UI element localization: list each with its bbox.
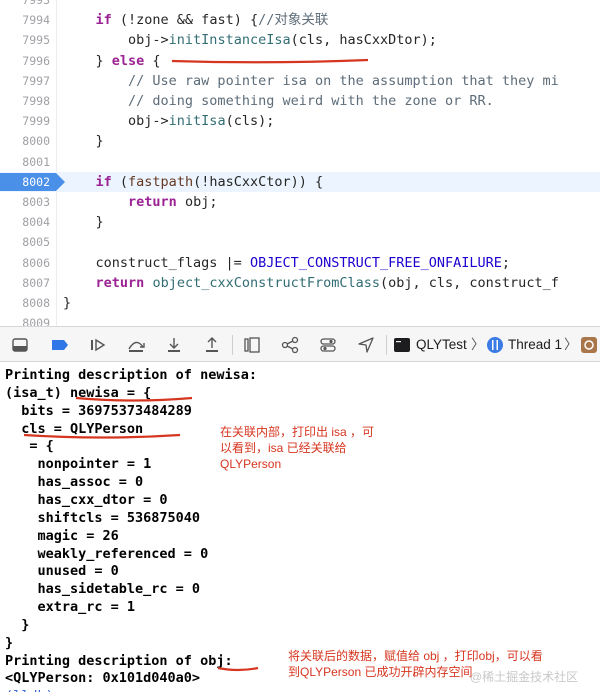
annotation-underline-obj: [217, 666, 259, 672]
code-text: return object_cxxConstructFromClass(obj,…: [95, 274, 559, 291]
line-number[interactable]: 7994: [0, 10, 50, 30]
code-line[interactable]: 7995 obj->initInstanceIsa(cls, hasCxxDto…: [0, 30, 600, 50]
code-line[interactable]: 8001: [0, 152, 600, 172]
watermark: @稀土掘金技术社区: [470, 670, 579, 684]
chevron-right-icon: 〉: [471, 337, 485, 352]
console-line: }: [5, 634, 14, 651]
stack-frame-icon[interactable]: [580, 336, 598, 354]
code-line[interactable]: 7998 // doing something weird with the z…: [0, 91, 600, 111]
console-line: (lldb): [5, 687, 54, 692]
code-line[interactable]: 8004 }: [0, 212, 600, 232]
line-number[interactable]: 8003: [0, 192, 50, 212]
code-text: if (!zone && fast) {//对象关联: [95, 12, 329, 29]
console-line: weakly_referenced = 0: [5, 545, 209, 562]
console-line: has_sidetable_rc = 0: [5, 581, 201, 598]
code-text: return obj;: [128, 194, 218, 210]
line-number[interactable]: 8008: [0, 293, 50, 313]
code-text: // Use raw pointer isa on the assumption…: [128, 72, 559, 89]
debug-toolbar: QLYTest 〉 Thread 1 〉: [0, 326, 600, 362]
console-line: }: [5, 616, 30, 633]
console-line: has_assoc = 0: [5, 474, 144, 491]
console-line: shiftcls = 536875040: [5, 509, 201, 526]
line-number[interactable]: 7997: [0, 71, 50, 91]
step-out-icon[interactable]: [202, 335, 222, 355]
code-line[interactable]: 8009: [0, 313, 600, 326]
annotation-underline-qlyperson: [23, 433, 181, 439]
line-number[interactable]: 7996: [0, 51, 50, 71]
line-number[interactable]: 7993: [0, 0, 50, 10]
code-line[interactable]: 8002 if (fastpath(!hasCxxCtor)) {: [0, 171, 600, 192]
line-number[interactable]: 8001: [0, 152, 50, 172]
breakpoint-marker[interactable]: 8002: [0, 172, 65, 191]
console-line: extra_rc = 1: [5, 599, 136, 616]
app-target-icon: [393, 336, 411, 354]
view-hierarchy-icon[interactable]: [242, 335, 262, 355]
line-number[interactable]: 7999: [0, 111, 50, 131]
code-line[interactable]: 7999 obj->initIsa(cls);: [0, 111, 600, 131]
code-line[interactable]: 8003 return obj;: [0, 192, 600, 212]
code-text: }: [63, 214, 104, 231]
code-text: obj->initInstanceIsa(cls, hasCxxDtor);: [63, 32, 437, 49]
toolbar-separator: [386, 335, 387, 355]
line-number[interactable]: 7998: [0, 91, 50, 111]
code-line[interactable]: 7994 if (!zone && fast) {//对象关联: [0, 10, 600, 30]
console-line: Printing description of obj:: [5, 652, 233, 669]
code-line[interactable]: 8000 }: [0, 131, 600, 151]
annotation-underline-initinstanceisa: [171, 58, 369, 64]
code-text: if (fastpath(!hasCxxCtor)) {: [95, 173, 324, 190]
breadcrumb-thread[interactable]: Thread 1: [508, 336, 562, 354]
code-line[interactable]: 7997 // Use raw pointer isa on the assum…: [0, 71, 600, 91]
code-line[interactable]: 8008}: [0, 293, 600, 313]
toolbar-separator: [232, 335, 233, 355]
hide-debug-area-icon[interactable]: [10, 335, 30, 355]
code-line[interactable]: 8007 return object_cxxConstructFromClass…: [0, 273, 600, 293]
console-line: nonpointer = 1: [5, 456, 152, 473]
code-text: } else {: [63, 52, 161, 69]
step-over-icon[interactable]: [126, 335, 146, 355]
code-text: }: [63, 133, 104, 150]
line-number[interactable]: 8004: [0, 212, 50, 232]
continue-icon[interactable]: [88, 335, 108, 355]
annotation-underline-newisa: [75, 396, 193, 402]
console-line: bits = 36975373484289: [5, 402, 192, 419]
console-line: has_cxx_dtor = 0: [5, 491, 168, 508]
code-text: construct_flags |= OBJECT_CONSTRUCT_FREE…: [63, 254, 511, 271]
line-number[interactable]: 8009: [0, 313, 50, 326]
code-text: obj->initIsa(cls);: [63, 113, 275, 130]
console-line: Printing description of newisa:: [5, 367, 257, 383]
annotation-note-isa: 在关联内部，打印出 isa ，可 以看到，isa 已经关联给 QLYPerson: [220, 425, 375, 471]
line-number[interactable]: 8006: [0, 253, 50, 273]
line-number[interactable]: 8007: [0, 273, 50, 293]
memory-graph-icon[interactable]: [280, 335, 300, 355]
code-line[interactable]: 7993: [0, 0, 600, 10]
debug-console[interactable]: Printing description of newisa: (isa_t) n…: [0, 362, 600, 692]
code-line[interactable]: 8006 construct_flags |= OBJECT_CONSTRUCT…: [0, 253, 600, 273]
breadcrumb-scheme[interactable]: QLYTest: [416, 336, 467, 354]
console-line: <QLYPerson: 0x101d040a0>: [5, 670, 201, 687]
simulate-location-icon[interactable]: [356, 335, 376, 355]
console-line: magic = 26: [5, 527, 119, 544]
code-text: // doing something weird with the zone o…: [128, 93, 494, 109]
chevron-right-icon: 〉: [564, 337, 578, 352]
code-text: }: [63, 295, 72, 311]
console-line: unused = 0: [5, 563, 119, 580]
code-editor[interactable]: 7993 7994 if (!zone && fast) {//对象关联 7995 …: [0, 0, 600, 326]
thread-icon: [486, 336, 504, 354]
step-into-icon[interactable]: [164, 335, 184, 355]
line-number[interactable]: 8000: [0, 131, 50, 151]
code-line[interactable]: 8005: [0, 232, 600, 252]
line-number[interactable]: 7995: [0, 30, 50, 50]
console-line: = {: [5, 438, 54, 455]
line-number[interactable]: 8005: [0, 232, 50, 252]
environment-overrides-icon[interactable]: [318, 335, 338, 355]
breakpoints-toggle-icon[interactable]: [50, 335, 70, 355]
